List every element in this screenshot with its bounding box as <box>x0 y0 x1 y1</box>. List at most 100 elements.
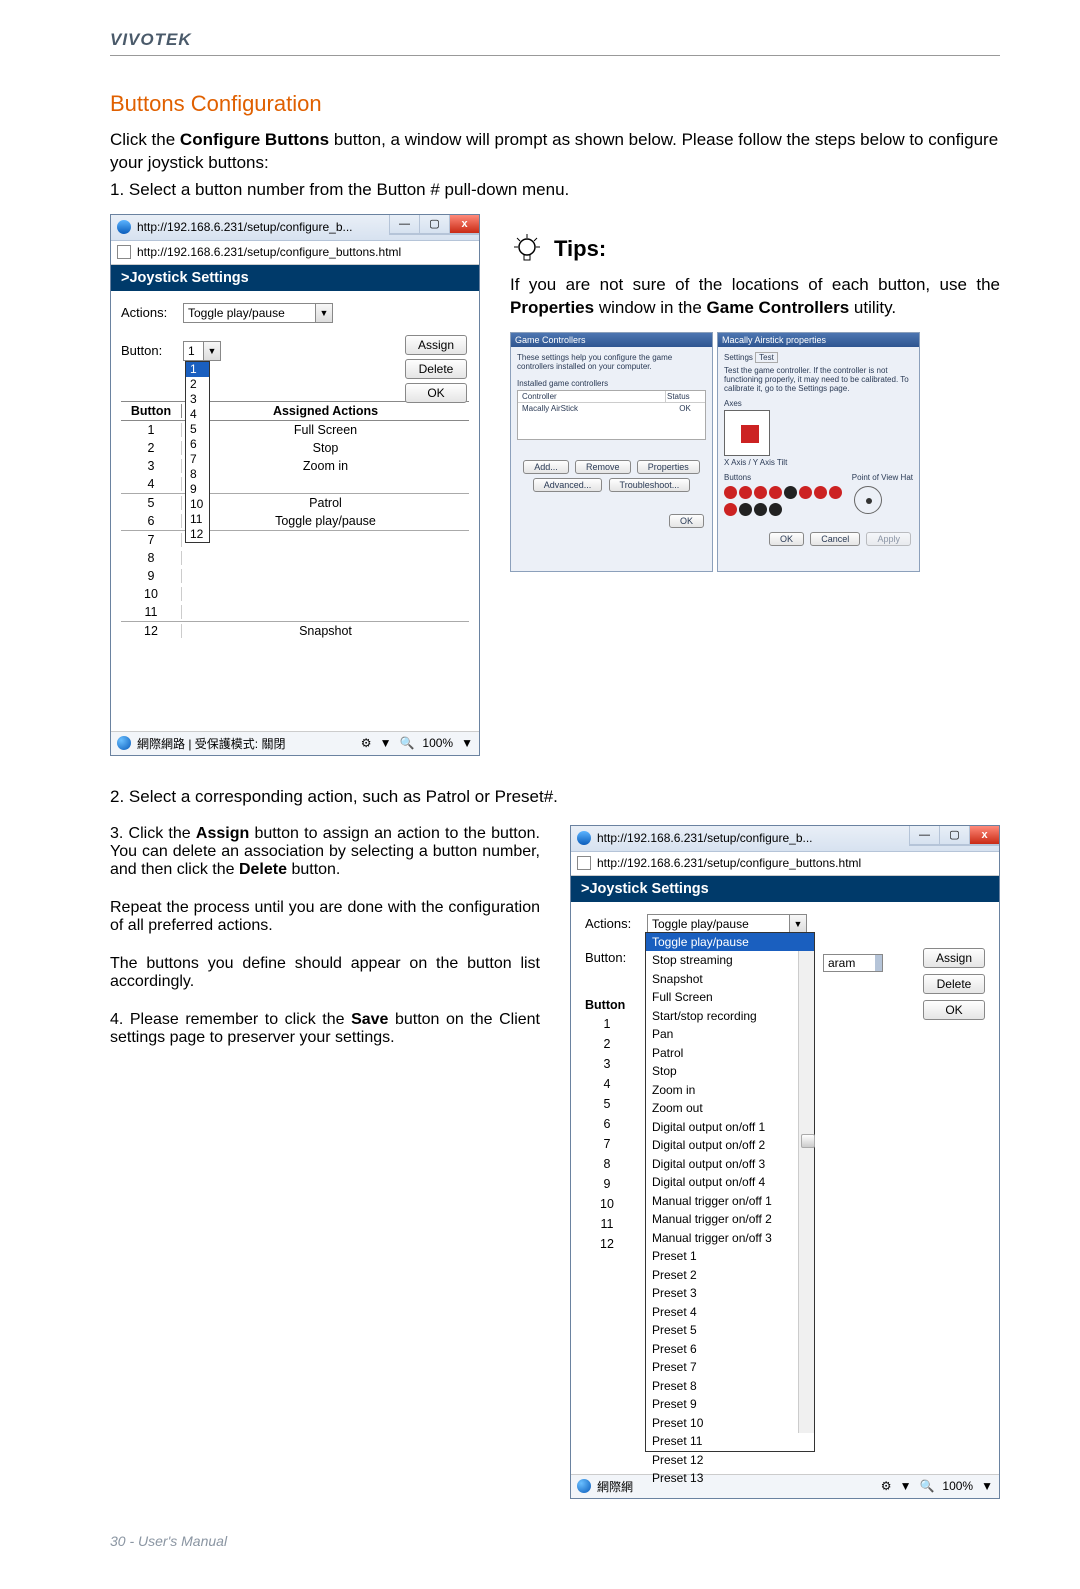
dropdown-option[interactable]: Preset 2 <box>646 1266 814 1285</box>
actions-select[interactable]: Toggle play/pause ▼ <box>183 303 333 323</box>
dropdown-option[interactable]: Preset 6 <box>646 1340 814 1359</box>
dropdown-option[interactable]: Zoom in <box>646 1081 814 1100</box>
dropdown-option[interactable]: Preset 4 <box>646 1303 814 1322</box>
window-title-bar[interactable]: http://192.168.6.231/setup/configure_b..… <box>571 826 999 852</box>
intro-text: Click the Configure Buttons button, a wi… <box>110 129 1000 175</box>
dropdown-option[interactable]: Preset 7 <box>646 1358 814 1377</box>
table-row[interactable]: 2Stop <box>121 439 469 457</box>
dropdown-option[interactable]: Digital output on/off 2 <box>646 1136 814 1155</box>
dropdown-option[interactable]: 3 <box>186 392 209 407</box>
dropdown-option[interactable]: Digital output on/off 3 <box>646 1155 814 1174</box>
cell-action <box>181 533 469 547</box>
button-dropdown-list[interactable]: 123456789101112 <box>185 361 210 543</box>
dropdown-option[interactable]: 4 <box>186 407 209 422</box>
select-value: 1 <box>184 344 203 358</box>
dropdown-option[interactable]: Preset 9 <box>646 1395 814 1414</box>
table-row[interactable]: 11 <box>121 603 469 621</box>
add-button[interactable]: Add... <box>523 460 569 474</box>
scrollbar[interactable] <box>798 951 814 1433</box>
dropdown-option[interactable]: Stop streaming <box>646 951 814 970</box>
table-row[interactable]: 1Full Screen <box>121 421 469 439</box>
assign-button[interactable]: Assign <box>405 335 467 355</box>
page-icon <box>577 856 591 870</box>
dropdown-option[interactable]: Preset 5 <box>646 1321 814 1340</box>
cell-action <box>181 477 469 491</box>
tab-test[interactable]: Test <box>755 352 778 363</box>
minimize-button[interactable]: — <box>389 215 419 235</box>
dropdown-option[interactable]: Digital output on/off 4 <box>646 1173 814 1192</box>
ok-button[interactable]: OK <box>405 383 467 403</box>
advanced-button[interactable]: Advanced... <box>533 478 603 492</box>
remove-button[interactable]: Remove <box>575 460 631 474</box>
dropdown-option[interactable]: Preset 13 <box>646 1469 814 1488</box>
ok-button[interactable]: OK <box>923 1000 985 1020</box>
delete-button[interactable]: Delete <box>923 974 985 994</box>
dropdown-option[interactable]: 8 <box>186 467 209 482</box>
maximize-button[interactable]: ▢ <box>419 215 449 235</box>
num-cell: 9 <box>585 1174 629 1194</box>
param-box: aram <box>823 954 883 972</box>
dropdown-option[interactable]: Preset 3 <box>646 1284 814 1303</box>
chevron-down-icon[interactable]: ▼ <box>315 304 332 322</box>
scroll-thumb[interactable] <box>801 1134 815 1148</box>
ok-button[interactable]: OK <box>769 532 804 546</box>
table-row[interactable]: 10 <box>121 585 469 603</box>
ok-button[interactable]: OK <box>669 514 704 528</box>
dropdown-option[interactable]: Snapshot <box>646 970 814 989</box>
dropdown-option[interactable]: 2 <box>186 377 209 392</box>
dropdown-option[interactable]: 9 <box>186 482 209 497</box>
dropdown-option[interactable]: Patrol <box>646 1044 814 1063</box>
page-footer: 30 - User's Manual <box>110 1533 1000 1549</box>
dropdown-option[interactable]: 12 <box>186 527 209 542</box>
button-num-select[interactable]: 1 ▼ <box>183 341 221 361</box>
dropdown-option[interactable]: Preset 10 <box>646 1414 814 1433</box>
dropdown-option[interactable]: Digital output on/off 1 <box>646 1118 814 1137</box>
actions-select[interactable]: Toggle play/pause ▼ <box>647 914 807 934</box>
table-row[interactable]: 3Zoom in <box>121 457 469 475</box>
dropdown-option[interactable]: Zoom out <box>646 1099 814 1118</box>
dropdown-option[interactable]: 7 <box>186 452 209 467</box>
chevron-down-icon[interactable]: ▼ <box>789 915 806 933</box>
table-row[interactable]: 4 <box>121 475 469 493</box>
gc-item[interactable]: Macally AirStick <box>518 403 665 414</box>
dropdown-option[interactable]: Preset 8 <box>646 1377 814 1396</box>
window-title: http://192.168.6.231/setup/configure_b..… <box>137 220 353 234</box>
tab-settings[interactable]: Settings <box>724 353 753 362</box>
dropdown-option[interactable]: 10 <box>186 497 209 512</box>
properties-button[interactable]: Properties <box>637 460 700 474</box>
url-bar[interactable]: http://192.168.6.231/setup/configure_but… <box>111 241 479 265</box>
table-row[interactable]: 12Snapshot <box>121 622 469 640</box>
window-title-bar[interactable]: http://192.168.6.231/setup/configure_b..… <box>111 215 479 241</box>
dropdown-option[interactable]: Manual trigger on/off 1 <box>646 1192 814 1211</box>
minimize-button[interactable]: — <box>909 826 939 846</box>
dropdown-option[interactable]: 1 <box>186 362 209 377</box>
dropdown-option[interactable]: Manual trigger on/off 2 <box>646 1210 814 1229</box>
dropdown-option[interactable]: 6 <box>186 437 209 452</box>
url-bar[interactable]: http://192.168.6.231/setup/configure_but… <box>571 852 999 876</box>
dropdown-option[interactable]: Full Screen <box>646 988 814 1007</box>
assign-button[interactable]: Assign <box>923 948 985 968</box>
table-row[interactable]: 7 <box>121 531 469 549</box>
troubleshoot-button[interactable]: Troubleshoot... <box>609 478 691 492</box>
maximize-button[interactable]: ▢ <box>939 826 969 846</box>
table-row[interactable]: 9 <box>121 567 469 585</box>
dropdown-option[interactable]: Preset 11 <box>646 1432 814 1451</box>
chevron-down-icon[interactable]: ▼ <box>203 342 220 360</box>
dropdown-option[interactable]: Stop <box>646 1062 814 1081</box>
dropdown-option[interactable]: Manual trigger on/off 3 <box>646 1229 814 1248</box>
delete-button[interactable]: Delete <box>405 359 467 379</box>
table-row[interactable]: 5Patrol <box>121 494 469 512</box>
actions-dropdown-list[interactable]: Toggle play/pauseStop streamingSnapshotF… <box>645 932 815 1452</box>
dropdown-option[interactable]: Preset 12 <box>646 1451 814 1470</box>
cancel-button[interactable]: Cancel <box>810 532 860 546</box>
dropdown-option[interactable]: Toggle play/pause <box>646 933 814 952</box>
close-button[interactable]: x <box>449 215 479 235</box>
close-button[interactable]: x <box>969 826 999 846</box>
dropdown-option[interactable]: Preset 1 <box>646 1247 814 1266</box>
dropdown-option[interactable]: Start/stop recording <box>646 1007 814 1026</box>
dropdown-option[interactable]: Pan <box>646 1025 814 1044</box>
table-row[interactable]: 6Toggle play/pause <box>121 512 469 530</box>
dropdown-option[interactable]: 5 <box>186 422 209 437</box>
dropdown-option[interactable]: 11 <box>186 512 209 527</box>
table-row[interactable]: 8 <box>121 549 469 567</box>
